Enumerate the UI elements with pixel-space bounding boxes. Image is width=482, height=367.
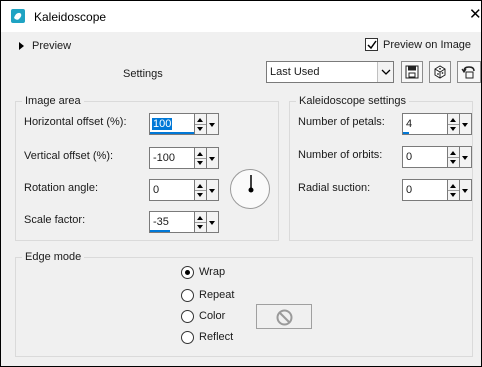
expand-triangle-icon <box>19 42 24 50</box>
scale-factor-field[interactable]: -35 <box>149 211 219 233</box>
chevron-down-icon[interactable] <box>377 62 393 82</box>
rotation-dial[interactable] <box>230 169 270 209</box>
horizontal-offset-field[interactable]: 100 <box>149 113 219 135</box>
number-of-orbits-value[interactable]: 0 <box>406 151 412 163</box>
dropdown-arrow-icon[interactable] <box>460 113 472 135</box>
spin-arrows-icon[interactable] <box>195 113 207 135</box>
rotation-angle-value[interactable]: 0 <box>153 184 159 196</box>
radial-suction-value[interactable]: 0 <box>406 184 412 196</box>
spin-arrows-icon[interactable] <box>448 113 460 135</box>
save-preset-icon <box>405 65 419 79</box>
preset-value: Last Used <box>270 66 320 78</box>
settings-label: Settings <box>123 68 163 80</box>
vertical-offset-value[interactable]: -100 <box>153 152 175 164</box>
dropdown-arrow-icon[interactable] <box>207 147 219 169</box>
rotation-angle-label: Rotation angle: <box>24 182 98 194</box>
preset-select[interactable]: Last Used <box>266 61 394 83</box>
image-area-title: Image area <box>22 95 84 107</box>
dropdown-arrow-icon[interactable] <box>207 211 219 233</box>
edge-mode-reflect-radio[interactable]: Reflect <box>181 329 233 345</box>
edge-mode-option-label: Wrap <box>199 266 226 278</box>
edge-mode-group <box>15 257 473 357</box>
dropdown-arrow-icon[interactable] <box>207 179 219 201</box>
number-of-petals-field[interactable]: 4 <box>402 113 472 135</box>
radio-selected-icon <box>181 265 194 279</box>
radio-unselected-icon <box>181 330 194 344</box>
checkbox-checked-icon <box>365 38 378 51</box>
dropdown-arrow-icon[interactable] <box>207 113 219 135</box>
reset-icon <box>461 66 475 79</box>
vertical-offset-field[interactable]: -100 <box>149 147 219 169</box>
number-of-petals-value[interactable]: 4 <box>406 118 412 130</box>
radial-suction-label: Radial suction: <box>298 182 371 194</box>
kaleidoscope-dialog: Kaleidoscope ✕ Preview Preview on Image … <box>0 0 482 367</box>
edge-mode-repeat-radio[interactable]: Repeat <box>181 287 234 303</box>
preview-label: Preview <box>32 40 72 52</box>
edge-color-swatch[interactable] <box>256 304 312 329</box>
save-preset-button[interactable] <box>401 61 423 83</box>
dropdown-arrow-icon[interactable] <box>460 179 472 201</box>
randomize-button[interactable] <box>429 61 451 83</box>
horizontal-offset-label: Horizontal offset (%): <box>24 116 127 128</box>
spin-arrows-icon[interactable] <box>448 146 460 168</box>
preview-expander[interactable]: Preview <box>19 38 71 54</box>
edge-mode-option-label: Color <box>199 310 226 322</box>
edge-mode-title: Edge mode <box>22 251 85 263</box>
scale-factor-label: Scale factor: <box>24 214 86 226</box>
close-icon[interactable]: ✕ <box>469 5 482 27</box>
edge-mode-option-label: Repeat <box>199 289 235 301</box>
spin-arrows-icon[interactable] <box>448 179 460 201</box>
kaleidoscope-settings-title: Kaleidoscope settings <box>296 95 410 107</box>
edge-mode-color-radio[interactable]: Color <box>181 308 225 324</box>
edge-mode-wrap-radio[interactable]: Wrap <box>181 264 225 280</box>
no-color-icon <box>276 309 293 326</box>
rotation-angle-field[interactable]: 0 <box>149 179 219 201</box>
scale-factor-value[interactable]: -35 <box>153 216 169 228</box>
radio-unselected-icon <box>181 309 194 323</box>
scale-factor-level <box>150 230 170 232</box>
spin-arrows-icon[interactable] <box>195 211 207 233</box>
number-of-orbits-label: Number of orbits: <box>298 149 383 161</box>
edge-mode-option-label: Reflect <box>199 331 234 343</box>
dial-needle-icon <box>248 175 254 193</box>
radio-unselected-icon <box>181 288 194 302</box>
spin-arrows-icon[interactable] <box>195 147 207 169</box>
radial-suction-field[interactable]: 0 <box>402 179 472 201</box>
app-icon <box>11 9 25 23</box>
number-of-orbits-field[interactable]: 0 <box>402 146 472 168</box>
preview-on-image-label: Preview on Image <box>383 38 472 51</box>
randomize-icon <box>434 65 446 79</box>
horizontal-offset-level <box>150 132 194 134</box>
title-bar: Kaleidoscope ✕ <box>1 1 482 32</box>
vertical-offset-label: Vertical offset (%): <box>24 150 114 162</box>
window-title: Kaleidoscope <box>34 10 107 24</box>
spin-arrows-icon[interactable] <box>195 179 207 201</box>
reset-button[interactable] <box>457 61 481 83</box>
horizontal-offset-value[interactable]: 100 <box>152 118 173 130</box>
number-of-petals-level <box>403 132 409 134</box>
dropdown-arrow-icon[interactable] <box>460 146 472 168</box>
preview-on-image-checkbox[interactable]: Preview on Image <box>365 38 471 51</box>
number-of-petals-label: Number of petals: <box>298 116 385 128</box>
